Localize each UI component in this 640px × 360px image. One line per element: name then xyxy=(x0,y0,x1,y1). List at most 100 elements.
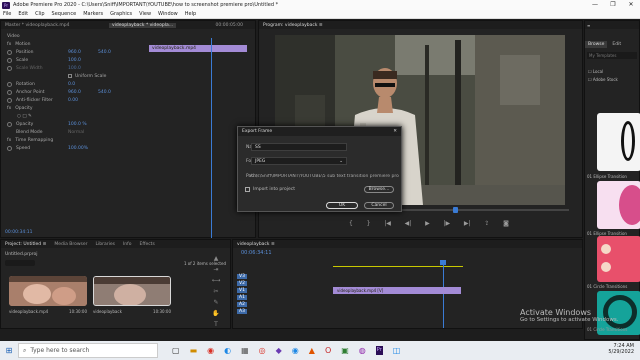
import-checkbox[interactable] xyxy=(245,187,250,192)
ec-playhead[interactable] xyxy=(211,38,212,238)
menu-help[interactable]: Help xyxy=(185,11,196,17)
template-thumbnail[interactable] xyxy=(597,236,640,282)
edit-tab[interactable]: Edit xyxy=(607,41,626,48)
mark-in-icon[interactable]: { xyxy=(349,220,353,230)
browse-tab[interactable]: Browse xyxy=(585,41,608,48)
timeline-playhead[interactable] xyxy=(443,260,444,328)
adobe-stock-checkbox[interactable]: ☐ Adobe Stock xyxy=(588,77,636,82)
cancel-button[interactable]: Cancel xyxy=(364,202,394,209)
template-thumbnail[interactable] xyxy=(597,181,640,229)
time-remap-effect[interactable]: fx Time Remapping xyxy=(1,136,255,144)
track-header-v2[interactable]: V2 xyxy=(237,280,327,287)
app-icon[interactable]: ◫ xyxy=(393,346,401,355)
prop-row[interactable]: Speed 100.00% xyxy=(1,144,255,152)
opera-icon[interactable]: O xyxy=(325,346,331,355)
prop-row[interactable]: Opacity 100.0 % xyxy=(1,120,255,128)
selection-tool-icon[interactable]: ▲ xyxy=(214,255,219,262)
track-select-tool-icon[interactable]: ⇥ xyxy=(213,266,218,273)
timeline-playhead-handle[interactable] xyxy=(440,260,446,265)
program-tab[interactable]: Program: videoplayback ≡ xyxy=(263,23,323,28)
tab-info[interactable]: Info xyxy=(123,242,132,247)
store-icon[interactable]: ▦ xyxy=(241,346,249,355)
maximize-button[interactable]: ❐ xyxy=(604,0,622,10)
prop-row[interactable]: Anti-flicker Filter 0.00 xyxy=(1,96,255,104)
timeline-clip-v1[interactable]: videoplayback.mp4 [V] xyxy=(333,287,461,294)
chrome-icon[interactable]: ◉ xyxy=(207,346,214,355)
system-clock[interactable]: 7:24 AM 5/29/2022 xyxy=(608,343,634,355)
step-back-icon[interactable]: ◀| xyxy=(405,220,412,230)
minimize-button[interactable]: — xyxy=(586,0,604,10)
prop-row[interactable]: Scale Width 100.0 xyxy=(1,64,255,72)
project-item[interactable]: videoplayback 10:30:00 xyxy=(93,309,171,314)
menu-view[interactable]: View xyxy=(139,11,151,17)
tab-effects[interactable]: Effects xyxy=(140,242,155,247)
app-icon[interactable]: ◆ xyxy=(276,346,282,355)
taskbar-search[interactable]: ⌕ Type here to search xyxy=(18,343,158,358)
app-icon[interactable]: ◉ xyxy=(292,346,299,355)
app-icon[interactable]: ▲ xyxy=(309,346,315,355)
play-icon[interactable]: ▶ xyxy=(425,220,430,230)
edge-icon[interactable]: ◐ xyxy=(224,346,231,355)
dialog-close-icon[interactable]: ✕ xyxy=(393,129,397,134)
pen-tool-icon[interactable]: ✎ xyxy=(213,299,218,306)
menu-markers[interactable]: Markers xyxy=(83,11,103,17)
file-explorer-icon[interactable]: ▬ xyxy=(190,346,198,355)
type-tool-icon[interactable]: T xyxy=(214,321,218,328)
lift-icon[interactable]: ⇪ xyxy=(484,220,489,230)
prop-row[interactable]: Anchor Point 960.0 540.0 xyxy=(1,88,255,96)
windows-start-icon[interactable]: ⊞ xyxy=(0,341,18,360)
track-header-a2[interactable]: A2 xyxy=(237,301,327,308)
track-header-v1[interactable]: V1 xyxy=(237,287,327,294)
export-frame-icon[interactable]: ◙ xyxy=(503,220,509,230)
template-thumbnail[interactable] xyxy=(597,113,640,171)
opacity-effect[interactable]: fx Opacity xyxy=(1,104,255,112)
project-search-input[interactable] xyxy=(5,260,35,266)
mark-out-icon[interactable]: } xyxy=(367,220,371,230)
menu-window[interactable]: Window xyxy=(158,11,178,17)
ripple-edit-tool-icon[interactable]: ⟷ xyxy=(212,277,221,284)
go-to-in-icon[interactable]: |◀ xyxy=(384,220,391,230)
project-item[interactable]: videoplayback.mp4 10:30:00 xyxy=(9,309,87,314)
tab-media-browser[interactable]: Media Browser xyxy=(54,242,87,247)
ec-clip-bar[interactable]: videoplayback.mp4 xyxy=(149,45,247,52)
menu-file[interactable]: File xyxy=(3,11,11,17)
premiere-taskbar-icon[interactable]: Pr xyxy=(375,346,383,355)
prop-row[interactable]: Scale 100.0 xyxy=(1,56,255,64)
hand-tool-icon[interactable]: ✋ xyxy=(212,310,219,317)
mask-tools[interactable]: ○ □ ✎ xyxy=(1,112,255,120)
format-select[interactable]: JPEG ⌄ xyxy=(251,157,347,165)
app-icon[interactable]: ▣ xyxy=(341,346,349,355)
project-item-thumbnail[interactable] xyxy=(9,276,87,306)
ok-button[interactable]: OK xyxy=(326,202,358,209)
razor-tool-icon[interactable]: ✂ xyxy=(213,288,218,295)
timeline-tab[interactable]: videoplayback ≡ xyxy=(237,242,275,247)
uniform-scale-checkbox[interactable] xyxy=(68,74,72,78)
menu-edit[interactable]: Edit xyxy=(18,11,28,17)
local-checkbox[interactable]: ☐ Local xyxy=(588,69,636,74)
name-input[interactable]: SS xyxy=(251,143,347,151)
task-view-icon[interactable]: ▢ xyxy=(172,346,180,355)
project-item-thumbnail[interactable] xyxy=(93,276,171,306)
master-clip-label[interactable]: Master * videoplayback.mp4 xyxy=(5,23,70,28)
menu-graphics[interactable]: Graphics xyxy=(110,11,132,17)
app-icon[interactable]: ◎ xyxy=(259,346,266,355)
tab-project[interactable]: Project: Untitled ≡ xyxy=(5,242,46,247)
menu-sequence[interactable]: Sequence xyxy=(52,11,77,17)
menu-clip[interactable]: Clip xyxy=(35,11,44,17)
browse-button[interactable]: Browse... xyxy=(364,186,394,193)
app-icon[interactable]: ◍ xyxy=(359,346,366,355)
track-header-a3[interactable]: A3 xyxy=(237,308,327,315)
track-header-v3[interactable]: V3 xyxy=(237,273,327,280)
program-playhead[interactable] xyxy=(453,207,458,213)
step-forward-icon[interactable]: |▶ xyxy=(443,220,450,230)
prop-row[interactable]: Blend Mode Normal xyxy=(1,128,255,136)
tab-libraries[interactable]: Libraries xyxy=(96,242,115,247)
prop-row[interactable]: Rotation 0.0 xyxy=(1,80,255,88)
essential-graphics-tab[interactable]: ≡ xyxy=(587,23,590,28)
prop-row[interactable]: Uniform Scale xyxy=(1,72,255,80)
track-header-a1[interactable]: A1 xyxy=(237,294,327,301)
templates-dropdown[interactable]: My Templates xyxy=(587,52,637,59)
close-button[interactable]: ✕ xyxy=(622,0,640,10)
go-to-out-icon[interactable]: ▶| xyxy=(464,220,471,230)
sequence-clip-label[interactable]: videoplayback * videopla... xyxy=(109,22,177,28)
